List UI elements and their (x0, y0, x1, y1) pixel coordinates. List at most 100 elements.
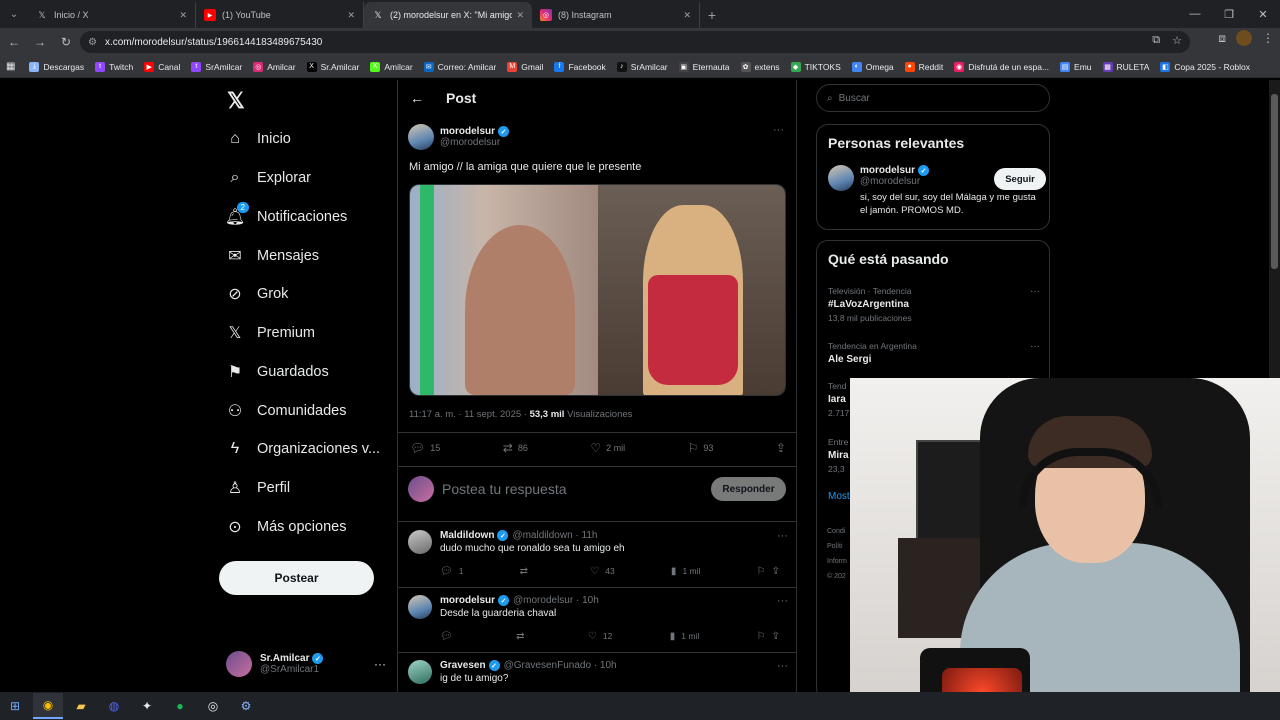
bookmark-item[interactable]: K Amilcar (370, 61, 413, 72)
folder-taskbar-icon[interactable]: ▰ (66, 693, 96, 719)
nav-item-comunidades[interactable]: ⚇ Comunidades (226, 396, 347, 426)
nav-item-notificaciones[interactable]: 🔔︎ 2 Notificaciones (225, 202, 347, 232)
address-bar[interactable]: ⚙ x.com/morodelsur/status/19661441834896… (80, 31, 1190, 53)
footer-link[interactable]: Inform (827, 558, 847, 565)
tab-instagram[interactable]: ◎ (8) Instagram ✕ (532, 2, 700, 28)
reply-button[interactable]: Responder (711, 477, 786, 501)
bookmark-item[interactable]: ▶ Canal (144, 61, 180, 72)
more-icon[interactable]: ··· (773, 124, 784, 136)
account-switcher[interactable]: Sr.Amilcar ✓ @SrAmilcar1 ··· (226, 648, 386, 680)
nav-item-grok[interactable]: ⊘ Grok (226, 279, 288, 309)
reply-item[interactable]: morodelsur ✓ @morodelsur · 10h Desde la gu… (408, 595, 788, 642)
views-action[interactable]: ▮ 1 mil (670, 631, 699, 642)
reply-input[interactable]: Postea tu respuesta (442, 481, 711, 497)
reply-action[interactable]: 💬︎ 15 (410, 441, 440, 455)
extensions-icon[interactable]: ⧈ (1218, 31, 1226, 46)
tab-youtube[interactable]: ▶ (1) YouTube ✕ (196, 2, 364, 28)
star-icon[interactable]: ☆ (1172, 34, 1182, 47)
bookmark-item[interactable]: ✿ extens (740, 61, 780, 72)
profile-avatar[interactable] (1236, 30, 1252, 46)
discord-taskbar-icon[interactable]: ◍ (99, 693, 129, 719)
chrome-taskbar-icon[interactable]: ◉ (33, 693, 63, 719)
bookmark-item[interactable]: ⤓ Descargas (29, 61, 84, 72)
restore-icon[interactable]: ❐ (1212, 0, 1246, 28)
steam-taskbar-icon[interactable]: ⚙ (231, 693, 261, 719)
avatar[interactable] (408, 595, 432, 619)
close-icon[interactable]: ✕ (683, 10, 691, 21)
avatar[interactable] (408, 660, 432, 684)
app-taskbar-icon[interactable]: ✦ (132, 693, 162, 719)
bookmark-item[interactable]: ▣ Eternauta (678, 61, 730, 72)
nav-item-guardados[interactable]: ⚑ Guardados (226, 357, 329, 387)
more-icon[interactable]: ··· (777, 660, 788, 672)
x-logo-icon[interactable]: 𝕏 (227, 88, 245, 114)
bookmark-item[interactable]: ▤ Emu (1060, 61, 1092, 72)
footer-link[interactable]: Políti (827, 543, 843, 550)
bookmark-item[interactable]: ♪ SrAmilcar (616, 61, 668, 72)
share-icon[interactable]: ⇪ (772, 631, 780, 642)
post-button[interactable]: Postear (219, 561, 374, 595)
reply-item[interactable]: Gravesen ✓ @GravesenFunado · 10h ig de tu … (408, 660, 788, 684)
relevant-person[interactable]: morodelsur ✓ @morodelsur si, soy del sur,… (828, 165, 1046, 217)
person-name[interactable]: morodelsur (860, 165, 915, 176)
bookmark-item[interactable]: M Gmail (507, 61, 543, 72)
menu-dots-icon[interactable]: ⋮ (1262, 31, 1274, 45)
bookmark-item[interactable]: ◧ Copa 2025 - Roblox (1160, 61, 1250, 72)
post-media[interactable] (409, 184, 786, 396)
back-icon[interactable]: ← (2, 30, 26, 54)
scrollbar-thumb[interactable] (1271, 94, 1278, 269)
repost-action[interactable]: ⇄ 86 (503, 441, 528, 455)
post-image-2[interactable] (598, 185, 785, 395)
nav-item-mensajes[interactable]: ✉ Mensajes (226, 241, 319, 271)
bookmark-item[interactable]: f Facebook (554, 61, 606, 72)
new-tab-button[interactable]: + (700, 2, 724, 28)
windows-start-icon[interactable]: ⊞ (0, 693, 30, 719)
cast-icon[interactable]: ⧉ (1152, 34, 1160, 47)
forward-icon[interactable]: → (28, 30, 52, 54)
reply-author[interactable]: Maldildown (440, 530, 494, 541)
bookmark-item[interactable]: ▦ RULETA (1102, 61, 1149, 72)
repost-action[interactable]: ⇄ (516, 631, 530, 642)
reply-author[interactable]: Gravesen (440, 660, 486, 671)
bookmark-item[interactable]: ◎ Amilcar (253, 61, 296, 72)
author-handle[interactable]: @morodelsur (440, 137, 509, 148)
avatar[interactable] (828, 165, 854, 191)
reply-action[interactable]: 💬︎ (440, 631, 459, 642)
like-action[interactable]: ♡ 12 (588, 631, 612, 642)
more-icon[interactable]: ··· (777, 595, 788, 607)
close-icon[interactable]: ✕ (179, 10, 187, 21)
bookmark-item[interactable]: ◐ Omega (851, 61, 894, 72)
bookmark-action[interactable]: ⚐ ⇪ (757, 631, 786, 642)
more-icon[interactable]: ··· (374, 657, 386, 671)
tab-inicio-x[interactable]: 𝕏 Inicio / X ✕ (28, 2, 196, 28)
obs-taskbar-icon[interactable]: ◎ (198, 693, 228, 719)
nav-item-más[interactable]: ⊙ Más opciones (226, 512, 346, 542)
reply-author[interactable]: morodelsur (440, 595, 495, 606)
more-icon[interactable]: ··· (1030, 341, 1040, 352)
reply-action[interactable]: 💬︎ 1 (440, 566, 463, 577)
share-icon[interactable]: ⇪ (772, 566, 780, 577)
more-icon[interactable]: ··· (777, 530, 788, 542)
nav-item-inicio[interactable]: ⌂ Inicio (226, 124, 291, 154)
apps-icon[interactable]: ▦ (6, 61, 15, 72)
nav-item-organizaciones[interactable]: ϟ Organizaciones v... (226, 434, 380, 464)
reply-item[interactable]: Maldildown ✓ @maldildown · 11h dudo mucho … (408, 530, 788, 577)
spotify-taskbar-icon[interactable]: ● (165, 693, 195, 719)
close-window-icon[interactable]: ✕ (1246, 0, 1280, 28)
search-input[interactable]: ⌕ Buscar (816, 84, 1050, 112)
bookmark-item[interactable]: t Twitch (95, 61, 133, 72)
share-action[interactable]: ⇪ (776, 441, 786, 455)
author-name[interactable]: morodelsur (440, 126, 495, 137)
bookmark-item[interactable]: ✉ Correo: Amilcar (423, 61, 496, 72)
like-action[interactable]: ♡ 43 (590, 566, 614, 577)
bookmark-item[interactable]: ◆ TIKTOKS (790, 61, 841, 72)
avatar[interactable] (408, 530, 432, 554)
more-icon[interactable]: ··· (1030, 286, 1040, 297)
bookmark-action[interactable]: ⚐ ⇪ (757, 566, 786, 577)
post-time[interactable]: 11:17 a. m. · 11 sept. 2025 · (409, 409, 527, 420)
nav-item-premium[interactable]: 𝕏 Premium (226, 318, 315, 348)
bookmark-item[interactable]: t SrAmilcar (191, 61, 242, 72)
nav-item-explorar[interactable]: ⌕ Explorar (226, 163, 311, 193)
nav-item-perfil[interactable]: ♙ Perfil (226, 473, 290, 503)
views-action[interactable]: ▮ 1 mil (671, 566, 700, 577)
